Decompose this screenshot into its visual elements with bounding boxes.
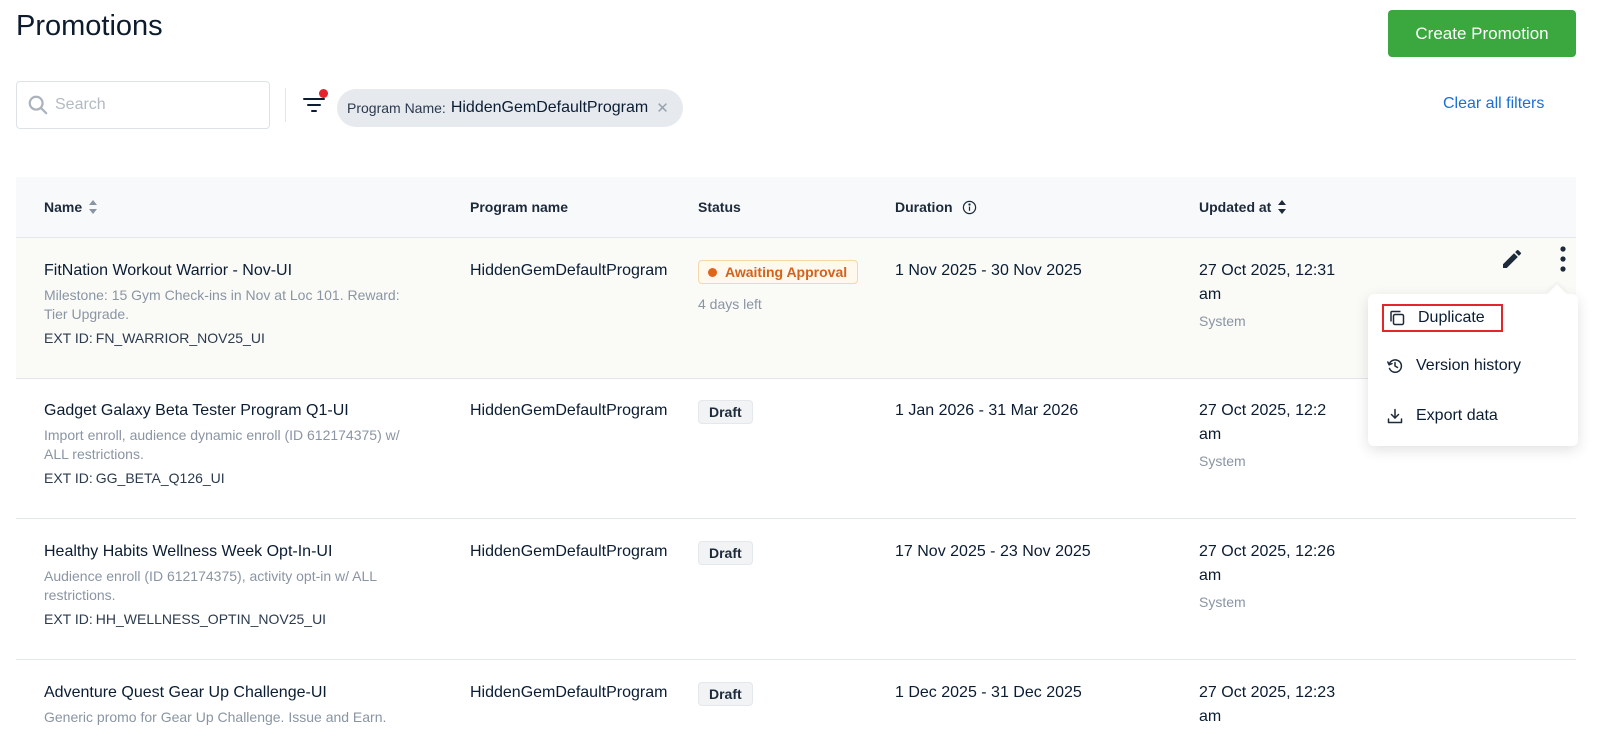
promotion-name[interactable]: FitNation Workout Warrior - Nov-UI bbox=[44, 262, 424, 280]
promotion-name[interactable]: Healthy Habits Wellness Week Opt-In-UI bbox=[44, 543, 424, 561]
clear-all-filters-link[interactable]: Clear all filters bbox=[1443, 95, 1544, 113]
more-vertical-icon bbox=[1560, 246, 1566, 272]
close-icon[interactable]: ✕ bbox=[656, 99, 669, 117]
history-icon bbox=[1387, 359, 1403, 373]
promotion-name[interactable]: Gadget Galaxy Beta Tester Program Q1-UI bbox=[44, 402, 424, 420]
menu-item-label: Version history bbox=[1416, 357, 1521, 374]
updated-at: 27 Oct 2025, 12:31 am bbox=[1199, 262, 1336, 303]
menu-item-export-data[interactable]: Export data bbox=[1386, 407, 1498, 425]
ext-id-value: GG_BETA_Q126_UI bbox=[95, 470, 225, 486]
download-icon bbox=[1387, 408, 1403, 424]
ext-id-label: EXT ID: bbox=[44, 611, 93, 627]
updated-at-line2: am bbox=[1199, 426, 1222, 443]
status-badge: Awaiting Approval bbox=[698, 260, 859, 284]
promotion-ext-id: EXT ID: HH_WELLNESS_OPTIN_NOV25_UI bbox=[44, 611, 424, 627]
menu-item-version-history[interactable]: Version history bbox=[1386, 357, 1521, 375]
table-row[interactable]: FitNation Workout Warrior - Nov-UI Miles… bbox=[16, 238, 1576, 379]
sort-icon[interactable] bbox=[1277, 199, 1287, 215]
ext-id-label: EXT ID: bbox=[44, 470, 93, 486]
column-header-duration: Duration bbox=[895, 199, 977, 215]
promotion-description: Milestone: 15 Gym Check-ins in Nov at Lo… bbox=[44, 287, 400, 322]
program-name: HiddenGemDefaultProgram bbox=[470, 262, 668, 279]
filter-button[interactable] bbox=[302, 89, 328, 116]
filter-chip-program-name: Program Name: HiddenGemDefaultProgram ✕ bbox=[337, 89, 683, 127]
create-promotion-button[interactable]: Create Promotion bbox=[1388, 10, 1576, 57]
edit-button[interactable] bbox=[1500, 247, 1524, 271]
promotion-name[interactable]: Adventure Quest Gear Up Challenge-UI bbox=[44, 684, 424, 702]
column-header-label: Updated at bbox=[1199, 199, 1272, 215]
pencil-icon bbox=[1503, 249, 1522, 268]
status-label: Awaiting Approval bbox=[725, 264, 848, 280]
status-days-left: 4 days left bbox=[698, 296, 762, 312]
search-icon bbox=[28, 95, 48, 115]
ext-id-value: HH_WELLNESS_OPTIN_NOV25_UI bbox=[95, 611, 327, 627]
promotion-ext-id: EXT ID: FN_WARRIOR_NOV25_UI bbox=[44, 330, 424, 346]
info-icon[interactable] bbox=[962, 200, 977, 215]
filter-active-dot bbox=[319, 89, 328, 98]
status-badge: Draft bbox=[698, 541, 753, 565]
duration: 1 Dec 2025 - 31 Dec 2025 bbox=[895, 684, 1082, 701]
duration: 17 Nov 2025 - 23 Nov 2025 bbox=[895, 543, 1091, 560]
table-row[interactable]: Adventure Quest Gear Up Challenge-UI Gen… bbox=[16, 660, 1576, 756]
duration: 1 Jan 2026 - 31 Mar 2026 bbox=[895, 402, 1079, 419]
column-header-status: Status bbox=[698, 199, 741, 215]
promotion-description: Generic promo for Gear Up Challenge. Iss… bbox=[44, 709, 387, 725]
more-actions-button[interactable] bbox=[1555, 245, 1571, 273]
updated-at: 27 Oct 2025, 12:23 am bbox=[1199, 684, 1336, 725]
table-row[interactable]: Healthy Habits Wellness Week Opt-In-UI A… bbox=[16, 519, 1576, 660]
filter-chip-key: Program Name: bbox=[347, 100, 446, 116]
updated-by: System bbox=[1199, 594, 1246, 610]
menu-item-duplicate[interactable]: Duplicate bbox=[1382, 304, 1503, 332]
promotion-description: Import enroll, audience dynamic enroll (… bbox=[44, 427, 400, 462]
updated-at: 27 Oct 2025, 12:2 bbox=[1199, 402, 1327, 419]
row-actions-menu: Duplicate Version history Export data bbox=[1368, 284, 1578, 446]
status-badge: Draft bbox=[698, 682, 753, 706]
updated-by: System bbox=[1199, 313, 1246, 329]
menu-item-label: Export data bbox=[1416, 407, 1498, 424]
menu-item-label: Duplicate bbox=[1418, 309, 1485, 326]
column-header-label: Duration bbox=[895, 199, 953, 215]
search-input[interactable] bbox=[55, 96, 255, 114]
ext-id-label: EXT ID: bbox=[44, 330, 93, 346]
status-dot bbox=[708, 267, 717, 277]
duration: 1 Nov 2025 - 30 Nov 2025 bbox=[895, 262, 1082, 279]
program-name: HiddenGemDefaultProgram bbox=[470, 402, 668, 419]
search-box[interactable] bbox=[16, 81, 270, 129]
promotion-ext-id: EXT ID: GG_BETA_Q126_UI bbox=[44, 470, 424, 486]
program-name: HiddenGemDefaultProgram bbox=[470, 543, 668, 560]
page-title: Promotions bbox=[16, 10, 163, 42]
column-header-updated[interactable]: Updated at bbox=[1199, 199, 1287, 215]
promotion-description: Audience enroll (ID 612174375), activity… bbox=[44, 568, 377, 603]
updated-by: System bbox=[1199, 453, 1246, 469]
column-header-program: Program name bbox=[470, 199, 569, 215]
column-header-name[interactable]: Name bbox=[44, 199, 98, 215]
ext-id-value: FN_WARRIOR_NOV25_UI bbox=[95, 330, 265, 346]
status-badge: Draft bbox=[698, 400, 753, 424]
sort-icon[interactable] bbox=[88, 199, 98, 215]
updated-at: 27 Oct 2025, 12:26 am bbox=[1199, 543, 1336, 584]
toolbar-divider bbox=[285, 88, 286, 122]
filter-chip-value: HiddenGemDefaultProgram bbox=[450, 99, 649, 116]
table-header: Name Program name Status Duration Update… bbox=[16, 177, 1576, 238]
table-row[interactable]: Gadget Galaxy Beta Tester Program Q1-UI … bbox=[16, 379, 1576, 519]
copy-icon bbox=[1390, 310, 1405, 326]
column-header-label: Name bbox=[44, 199, 83, 215]
program-name: HiddenGemDefaultProgram bbox=[470, 684, 668, 701]
